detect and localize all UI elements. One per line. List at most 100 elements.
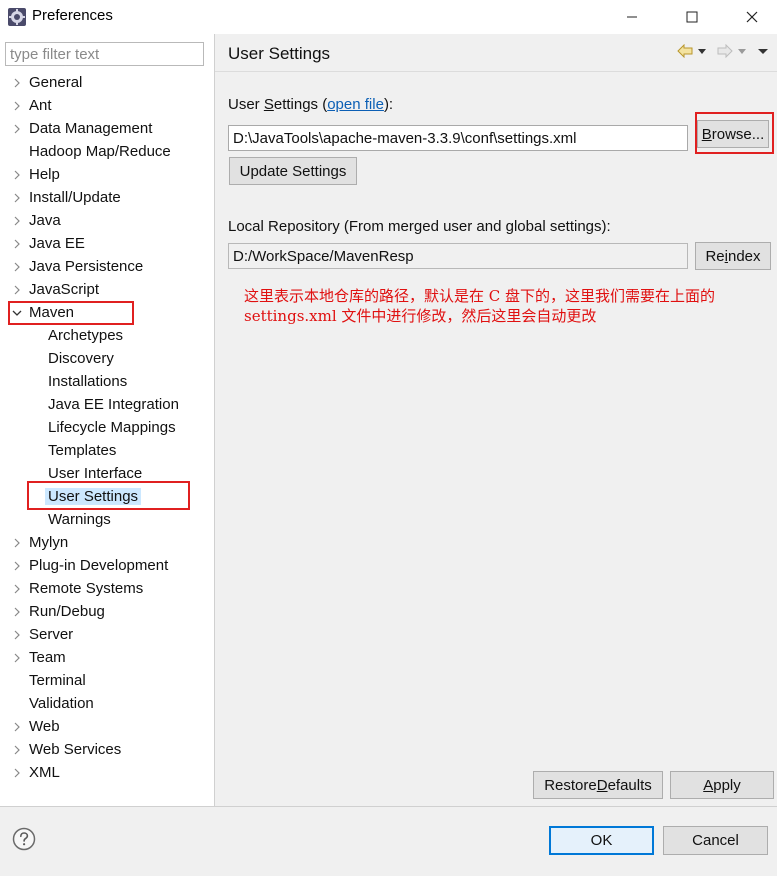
tree-item[interactable]: Terminal xyxy=(0,669,214,692)
btn-text: Restore xyxy=(544,776,597,794)
tree-item[interactable]: Web Services xyxy=(0,738,214,761)
tree-item[interactable]: Install/Update xyxy=(0,186,214,209)
chevron-right-icon[interactable] xyxy=(11,123,23,135)
tree-item-label: Lifecycle Mappings xyxy=(48,419,176,436)
tree-item[interactable]: User Settings xyxy=(0,485,214,508)
tree-item-label: Web Services xyxy=(29,741,122,758)
tree-item-label: Java xyxy=(29,212,61,229)
tree-item[interactable]: Java Persistence xyxy=(0,255,214,278)
tree-item-label: Help xyxy=(29,166,60,183)
tree-item[interactable]: Discovery xyxy=(0,347,214,370)
browse-button[interactable]: Browse... xyxy=(697,120,769,148)
title-bar: Preferences xyxy=(0,0,777,34)
annotation-note: 这里表示本地仓库的路径，默认是在 C 盘下的，这里我们需要在上面的 settin… xyxy=(244,287,716,325)
user-settings-field[interactable] xyxy=(228,125,688,151)
open-file-link[interactable]: open file xyxy=(327,96,384,113)
dialog-footer: OK Cancel xyxy=(0,806,777,876)
label-text: ettings ( xyxy=(273,96,328,113)
tree-item[interactable]: General xyxy=(0,71,214,94)
eclipse-gear-icon xyxy=(8,8,26,26)
view-menu-icon[interactable] xyxy=(757,44,769,58)
tree-item[interactable]: Ant xyxy=(0,94,214,117)
label-text: ): xyxy=(383,96,394,113)
back-arrow-icon[interactable] xyxy=(677,44,693,58)
label-text: User xyxy=(228,96,264,113)
maximize-icon xyxy=(686,11,698,23)
reindex-button[interactable]: Re i ndex xyxy=(695,242,771,270)
cancel-button[interactable]: Cancel xyxy=(663,826,768,855)
page-navigation xyxy=(677,44,769,58)
close-icon xyxy=(746,11,758,23)
restore-defaults-button[interactable]: Restore Defaults xyxy=(533,771,663,799)
tree-item-label: Team xyxy=(29,649,66,666)
tree-item-label: Install/Update xyxy=(29,189,121,206)
tree-item-label: Remote Systems xyxy=(29,580,144,597)
maximize-button[interactable] xyxy=(669,0,715,34)
tree-item[interactable]: User Interface xyxy=(0,462,214,485)
tree-item[interactable]: JavaScript xyxy=(0,278,214,301)
chevron-right-icon[interactable] xyxy=(11,652,23,664)
chevron-right-icon[interactable] xyxy=(11,261,23,273)
chevron-right-icon[interactable] xyxy=(11,629,23,641)
tree-item[interactable]: Lifecycle Mappings xyxy=(0,416,214,439)
chevron-right-icon[interactable] xyxy=(11,537,23,549)
local-repository-field[interactable] xyxy=(228,243,688,269)
forward-arrow-icon[interactable] xyxy=(717,44,733,58)
chevron-right-icon[interactable] xyxy=(11,215,23,227)
mnemonic: B xyxy=(701,125,712,143)
tree-item[interactable]: Warnings xyxy=(0,508,214,531)
page-title: User Settings xyxy=(228,44,331,63)
chevron-right-icon[interactable] xyxy=(11,583,23,595)
ok-button[interactable]: OK xyxy=(549,826,654,855)
tree-item[interactable]: Archetypes xyxy=(0,324,214,347)
chevron-right-icon[interactable] xyxy=(11,284,23,296)
tree-item[interactable]: Java xyxy=(0,209,214,232)
btn-text: efaults xyxy=(607,776,652,794)
back-dropdown-icon[interactable] xyxy=(697,44,707,58)
tree-item[interactable]: Java EE xyxy=(0,232,214,255)
tree-item[interactable]: Installations xyxy=(0,370,214,393)
tree-item-label: Java EE Integration xyxy=(48,396,179,413)
chevron-right-icon[interactable] xyxy=(11,77,23,89)
tree-item[interactable]: Help xyxy=(0,163,214,186)
tree-item-label: JavaScript xyxy=(29,281,100,298)
chevron-right-icon[interactable] xyxy=(11,560,23,572)
tree-item[interactable]: Templates xyxy=(0,439,214,462)
tree-item[interactable]: Team xyxy=(0,646,214,669)
chevron-right-icon[interactable] xyxy=(11,238,23,250)
tree-item[interactable]: Mylyn xyxy=(0,531,214,554)
tree-item-label: Discovery xyxy=(48,350,114,367)
update-settings-button[interactable]: Update Settings xyxy=(229,157,357,185)
filter-input[interactable] xyxy=(5,42,204,66)
btn-text: Re xyxy=(705,247,725,265)
tree-item[interactable]: Remote Systems xyxy=(0,577,214,600)
tree-item[interactable]: Hadoop Map/Reduce xyxy=(0,140,214,163)
tree-item-label: Run/Debug xyxy=(29,603,105,620)
chevron-right-icon[interactable] xyxy=(11,192,23,204)
tree-item[interactable]: Server xyxy=(0,623,214,646)
tree-item[interactable]: Plug-in Development xyxy=(0,554,214,577)
chevron-right-icon[interactable] xyxy=(11,606,23,618)
page-header: User Settings xyxy=(215,34,777,72)
chevron-right-icon[interactable] xyxy=(11,767,23,779)
tree-item[interactable]: Web xyxy=(0,715,214,738)
tree-item[interactable]: Run/Debug xyxy=(0,600,214,623)
help-question-icon[interactable] xyxy=(12,827,36,851)
tree-item[interactable]: Data Management xyxy=(0,117,214,140)
tree-item[interactable]: Validation xyxy=(0,692,214,715)
chevron-right-icon[interactable] xyxy=(11,721,23,733)
close-button[interactable] xyxy=(729,0,775,34)
tree-item-label: Data Management xyxy=(29,120,153,137)
chevron-right-icon[interactable] xyxy=(11,100,23,112)
chevron-right-icon[interactable] xyxy=(11,744,23,756)
tree-item[interactable]: Java EE Integration xyxy=(0,393,214,416)
minimize-button[interactable] xyxy=(609,0,655,34)
tree-item-label: Maven xyxy=(29,304,75,321)
forward-dropdown-icon[interactable] xyxy=(737,44,747,58)
tree-item[interactable]: Maven xyxy=(0,301,214,324)
tree-item[interactable]: XML xyxy=(0,761,214,784)
chevron-right-icon[interactable] xyxy=(11,169,23,181)
chevron-down-icon[interactable] xyxy=(11,307,23,319)
apply-button[interactable]: Apply xyxy=(670,771,774,799)
tree-item-label: Plug-in Development xyxy=(29,557,169,574)
